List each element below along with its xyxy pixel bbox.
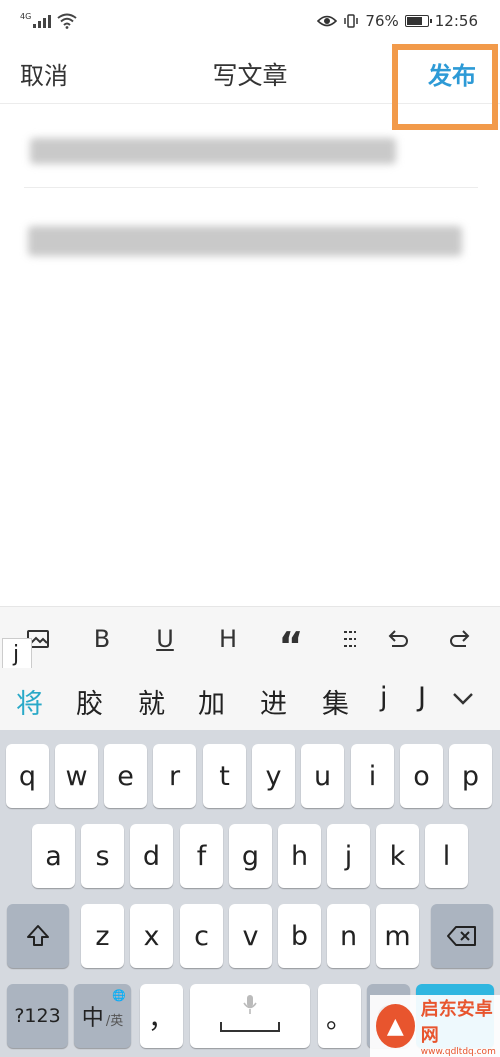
undo-icon: [388, 630, 408, 647]
watermark-name: 启东安卓网: [420, 999, 493, 1046]
network-type: 4G: [20, 11, 32, 21]
candidate-word[interactable]: 将: [16, 682, 43, 721]
redo-button[interactable]: [440, 621, 480, 657]
signal-icon: [33, 14, 52, 28]
key-e[interactable]: e: [104, 744, 147, 808]
cancel-button[interactable]: 取消: [20, 56, 68, 91]
article-title-input[interactable]: [24, 128, 478, 188]
key-r[interactable]: r: [153, 744, 196, 808]
key-g[interactable]: g: [229, 824, 272, 888]
numbers-key[interactable]: ?123: [7, 984, 68, 1048]
key-m[interactable]: m: [376, 904, 419, 968]
shift-key[interactable]: [7, 904, 69, 968]
watermark-text: 启东安卓网 www.qdltdq.com: [421, 995, 500, 1057]
language-switch-key[interactable]: 🌐 中 /英: [74, 984, 131, 1048]
chevron-down-icon: [453, 692, 473, 705]
key-b[interactable]: b: [278, 904, 321, 968]
key-t[interactable]: t: [203, 744, 246, 808]
candidate-word[interactable]: 进: [260, 682, 287, 721]
vibrate-icon: [344, 14, 359, 28]
battery-icon: [404, 15, 432, 27]
language-label: 中: [81, 1006, 104, 1031]
redo-icon: [450, 630, 470, 647]
format-toolbar: B U H “: [0, 606, 500, 668]
key-a[interactable]: a: [32, 824, 75, 888]
space-icon: [220, 1022, 280, 1032]
key-x[interactable]: x: [130, 904, 173, 968]
candidate-word[interactable]: 加: [198, 682, 225, 721]
expand-candidates-button[interactable]: [446, 684, 480, 714]
key-f[interactable]: f: [180, 824, 223, 888]
key-q[interactable]: q: [6, 744, 49, 808]
header: 取消 写文章 发布: [0, 42, 500, 130]
key-l[interactable]: l: [425, 824, 468, 888]
watermark-url: www.qdltdq.com: [420, 1047, 496, 1057]
candidate-word[interactable]: j: [380, 682, 388, 713]
quote-button[interactable]: “: [271, 621, 311, 668]
undo-button[interactable]: [378, 621, 418, 657]
blurred-title-text: [30, 138, 396, 164]
key-o[interactable]: o: [400, 744, 443, 808]
key-y[interactable]: y: [252, 744, 295, 808]
key-z[interactable]: z: [81, 904, 124, 968]
key-n[interactable]: n: [327, 904, 370, 968]
backspace-key[interactable]: [431, 904, 493, 968]
globe-icon: 🌐: [112, 989, 126, 1002]
language-sub-label: /英: [105, 1013, 124, 1029]
comma-key[interactable]: ，: [140, 984, 183, 1048]
key-c[interactable]: c: [180, 904, 223, 968]
status-bar: 4G 76% 12:56: [0, 0, 500, 42]
watermark: ▲ 启东安卓网 www.qdltdq.com: [370, 995, 500, 1057]
publish-button[interactable]: 发布: [428, 56, 476, 91]
key-u[interactable]: u: [301, 744, 344, 808]
blurred-body-text: [28, 226, 462, 256]
underline-button[interactable]: U: [145, 621, 185, 657]
key-j[interactable]: j: [327, 824, 370, 888]
candidate-word[interactable]: J: [418, 682, 426, 713]
microphone-icon: [243, 995, 257, 1014]
status-right: 76% 12:56: [317, 12, 478, 30]
list-icon: [344, 631, 356, 647]
clock: 12:56: [434, 12, 478, 30]
heading-button[interactable]: H: [208, 621, 248, 657]
key-v[interactable]: v: [229, 904, 272, 968]
eye-icon: [317, 15, 338, 27]
shift-icon: [27, 925, 49, 946]
candidate-bar: 将 胶 就 加 进 集 j J: [0, 668, 500, 730]
battery-fill: [406, 17, 422, 25]
key-k[interactable]: k: [376, 824, 419, 888]
key-s[interactable]: s: [81, 824, 124, 888]
key-i[interactable]: i: [351, 744, 394, 808]
space-key[interactable]: [190, 984, 310, 1048]
candidate-word[interactable]: 胶: [76, 682, 103, 721]
key-w[interactable]: w: [55, 744, 98, 808]
status-left: 4G: [20, 11, 77, 29]
candidate-word[interactable]: 就: [138, 682, 165, 721]
battery-percent: 76%: [365, 12, 399, 30]
bold-button[interactable]: B: [82, 621, 122, 657]
key-p[interactable]: p: [449, 744, 492, 808]
composing-letter: j: [2, 638, 32, 672]
key-d[interactable]: d: [130, 824, 173, 888]
wifi-icon: [57, 13, 77, 29]
list-button[interactable]: [330, 621, 370, 657]
key-h[interactable]: h: [278, 824, 321, 888]
period-key[interactable]: 。: [318, 984, 361, 1048]
article-body-input[interactable]: [24, 218, 478, 598]
backspace-icon: [447, 926, 476, 946]
candidate-word[interactable]: 集: [322, 682, 349, 721]
watermark-logo-icon: ▲: [376, 1004, 415, 1048]
